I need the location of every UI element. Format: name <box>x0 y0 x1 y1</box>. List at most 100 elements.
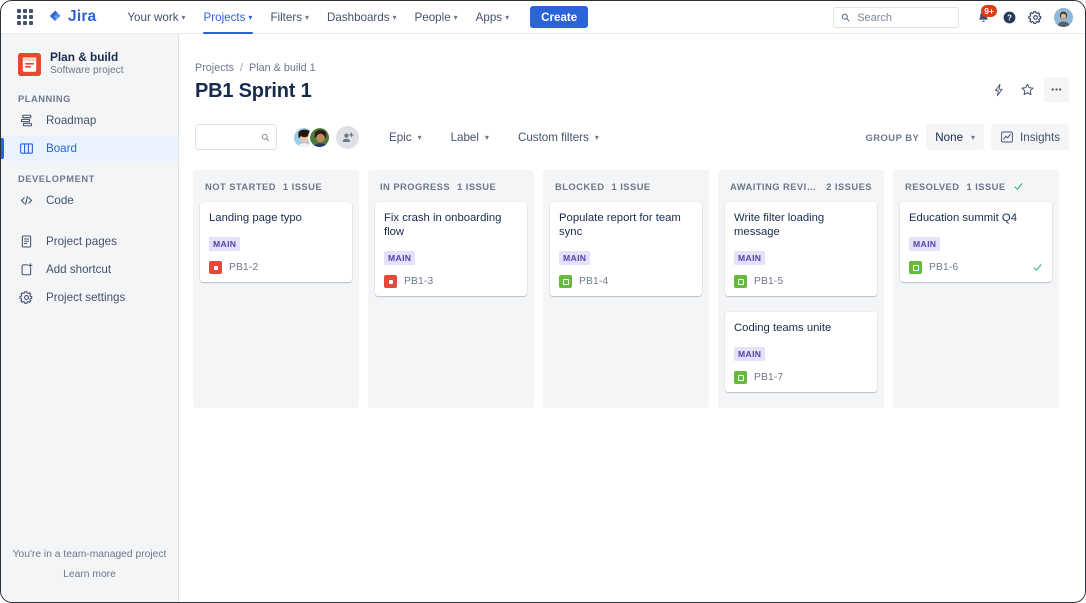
nav-people[interactable]: People ▾ <box>406 1 467 34</box>
issue-card[interactable]: Fix crash in onboarding flow MAIN PB1-3 <box>375 202 527 296</box>
global-search-input[interactable] <box>855 11 951 25</box>
jira-home-logo[interactable]: Jira <box>47 8 96 26</box>
epic-tag[interactable]: MAIN <box>384 251 415 265</box>
issue-card[interactable]: Landing page typo MAIN PB1-2 <box>200 202 352 282</box>
column-count: 1 ISSUE <box>966 181 1005 192</box>
nav-projects[interactable]: Projects ▾ <box>195 1 262 34</box>
nav-filters[interactable]: Filters ▾ <box>261 1 318 34</box>
filter-epic-dropdown[interactable]: Epic ▾ <box>381 124 430 150</box>
chevron-down-icon: ▾ <box>485 134 489 142</box>
column-count: 1 ISSUE <box>612 181 651 192</box>
nav-label: Apps <box>476 11 502 24</box>
filter-label: Epic <box>389 131 412 144</box>
add-person-icon[interactable] <box>336 126 359 149</box>
svg-text:?: ? <box>1007 13 1012 22</box>
epic-tag[interactable]: MAIN <box>209 237 240 251</box>
column-header: NOT STARTED 1 ISSUE <box>200 177 352 202</box>
board-search-box[interactable] <box>195 124 277 150</box>
column-header: IN PROGRESS 1 ISSUE <box>375 177 527 202</box>
more-options-icon[interactable] <box>1044 77 1069 102</box>
settings-gear-icon[interactable] <box>1023 6 1047 30</box>
column-count: 2 ISSUES <box>826 181 872 192</box>
issue-card[interactable]: Write filter loading message MAIN PB1-5 <box>725 202 877 296</box>
lightning-feedback-icon[interactable] <box>986 77 1011 102</box>
board-column-not-started: NOT STARTED 1 ISSUE Landing page typo MA… <box>193 170 359 408</box>
code-brackets-icon <box>18 193 34 208</box>
nav-label: Your work <box>127 11 178 24</box>
sidebar-item-project-settings[interactable]: Project settings <box>1 285 178 310</box>
star-icon[interactable] <box>1015 77 1040 102</box>
filter-label-dropdown[interactable]: Label ▾ <box>443 124 497 150</box>
sidebar-item-board[interactable]: Board <box>1 136 178 161</box>
project-header[interactable]: Plan & build Software project <box>1 50 178 78</box>
issue-key: PB1-4 <box>579 276 608 287</box>
filter-custom-dropdown[interactable]: Custom filters ▾ <box>510 124 607 150</box>
board-column-resolved: RESOLVED 1 ISSUE Education summit Q4 MAI… <box>893 170 1059 408</box>
board-columns: NOT STARTED 1 ISSUE Landing page typo MA… <box>193 170 1085 408</box>
insights-button[interactable]: Insights <box>991 124 1069 150</box>
avatar-person-2[interactable] <box>308 126 331 149</box>
jira-logo-text: Jira <box>68 8 96 26</box>
epic-tag[interactable]: MAIN <box>909 237 940 251</box>
board-column-in-progress: IN PROGRESS 1 ISSUE Fix crash in onboard… <box>368 170 534 408</box>
group-by-dropdown[interactable]: None ▾ <box>926 124 984 150</box>
issue-footer: PB1-4 <box>559 275 693 288</box>
nav-apps[interactable]: Apps ▾ <box>467 1 518 34</box>
help-icon[interactable]: ? <box>997 6 1021 30</box>
nav-label: People <box>415 11 451 24</box>
project-name: Plan & build <box>50 50 124 64</box>
nav-your-work[interactable]: Your work ▾ <box>118 1 194 34</box>
project-sidebar: Plan & build Software project PLANNING R… <box>1 34 179 602</box>
create-button[interactable]: Create <box>530 6 588 28</box>
chevron-down-icon: ▾ <box>454 14 458 22</box>
chevron-down-icon: ▾ <box>971 134 975 142</box>
sidebar-item-label: Add shortcut <box>46 263 111 276</box>
grid-apps-icon[interactable] <box>15 7 35 27</box>
sidebar-item-label: Board <box>46 142 77 155</box>
learn-more-link[interactable]: Learn more <box>1 569 178 580</box>
column-done-check-icon <box>1013 181 1024 192</box>
jira-logo-icon <box>47 9 64 26</box>
breadcrumb-project[interactable]: Plan & build 1 <box>249 62 316 74</box>
nav-dashboards[interactable]: Dashboards ▾ <box>318 1 406 34</box>
issue-type-story-icon <box>734 371 747 384</box>
column-header: RESOLVED 1 ISSUE <box>900 177 1052 202</box>
issue-title: Coding teams unite <box>734 321 868 335</box>
issue-type-bug-icon <box>209 261 222 274</box>
issue-key: PB1-7 <box>754 372 783 383</box>
top-nav-right-actions: 9+ ? <box>833 1 1073 34</box>
global-search-box[interactable] <box>833 7 959 28</box>
epic-tag[interactable]: MAIN <box>734 347 765 361</box>
issue-title: Write filter loading message <box>734 211 868 239</box>
settings-gear-icon <box>18 290 34 305</box>
issue-card[interactable]: Populate report for team sync MAIN PB1-4 <box>550 202 702 296</box>
sidebar-footer: You're in a team-managed project Learn m… <box>1 549 178 580</box>
sidebar-item-add-shortcut[interactable]: Add shortcut <box>1 257 178 282</box>
assignee-avatar-group <box>292 126 359 149</box>
issue-title: Populate report for team sync <box>559 211 693 239</box>
sidebar-item-label: Roadmap <box>46 114 96 127</box>
notification-bell-icon[interactable]: 9+ <box>971 6 995 30</box>
chevron-down-icon: ▾ <box>595 134 599 142</box>
sidebar-item-project-pages[interactable]: Project pages <box>1 229 178 254</box>
primary-nav-items: Your work ▾ Projects ▾ Filters ▾ Dashboa… <box>118 1 588 34</box>
sidebar-item-roadmap[interactable]: Roadmap <box>1 108 178 133</box>
sidebar-item-code[interactable]: Code <box>1 188 178 213</box>
column-name: RESOLVED <box>905 181 959 192</box>
user-avatar[interactable] <box>1054 8 1073 27</box>
board-column-awaiting-review: AWAITING REVIEW/T… 2 ISSUES Write filter… <box>718 170 884 408</box>
issue-key: PB1-5 <box>754 276 783 287</box>
epic-tag[interactable]: MAIN <box>559 251 590 265</box>
epic-tag[interactable]: MAIN <box>734 251 765 265</box>
top-navigation-bar: Jira Your work ▾ Projects ▾ Filters ▾ Da… <box>1 1 1085 34</box>
issue-card[interactable]: Education summit Q4 MAIN PB1-6 <box>900 202 1052 282</box>
issue-card[interactable]: Coding teams unite MAIN PB1-7 <box>725 312 877 392</box>
chevron-down-icon: ▾ <box>505 14 509 22</box>
section-label-development: DEVELOPMENT <box>1 174 178 184</box>
chevron-down-icon: ▾ <box>393 14 397 22</box>
breadcrumb-projects[interactable]: Projects <box>195 62 234 74</box>
board-search-input[interactable] <box>202 130 261 144</box>
column-count: 1 ISSUE <box>457 181 496 192</box>
chevron-down-icon: ▾ <box>305 14 309 22</box>
sidebar-item-label: Code <box>46 194 74 207</box>
